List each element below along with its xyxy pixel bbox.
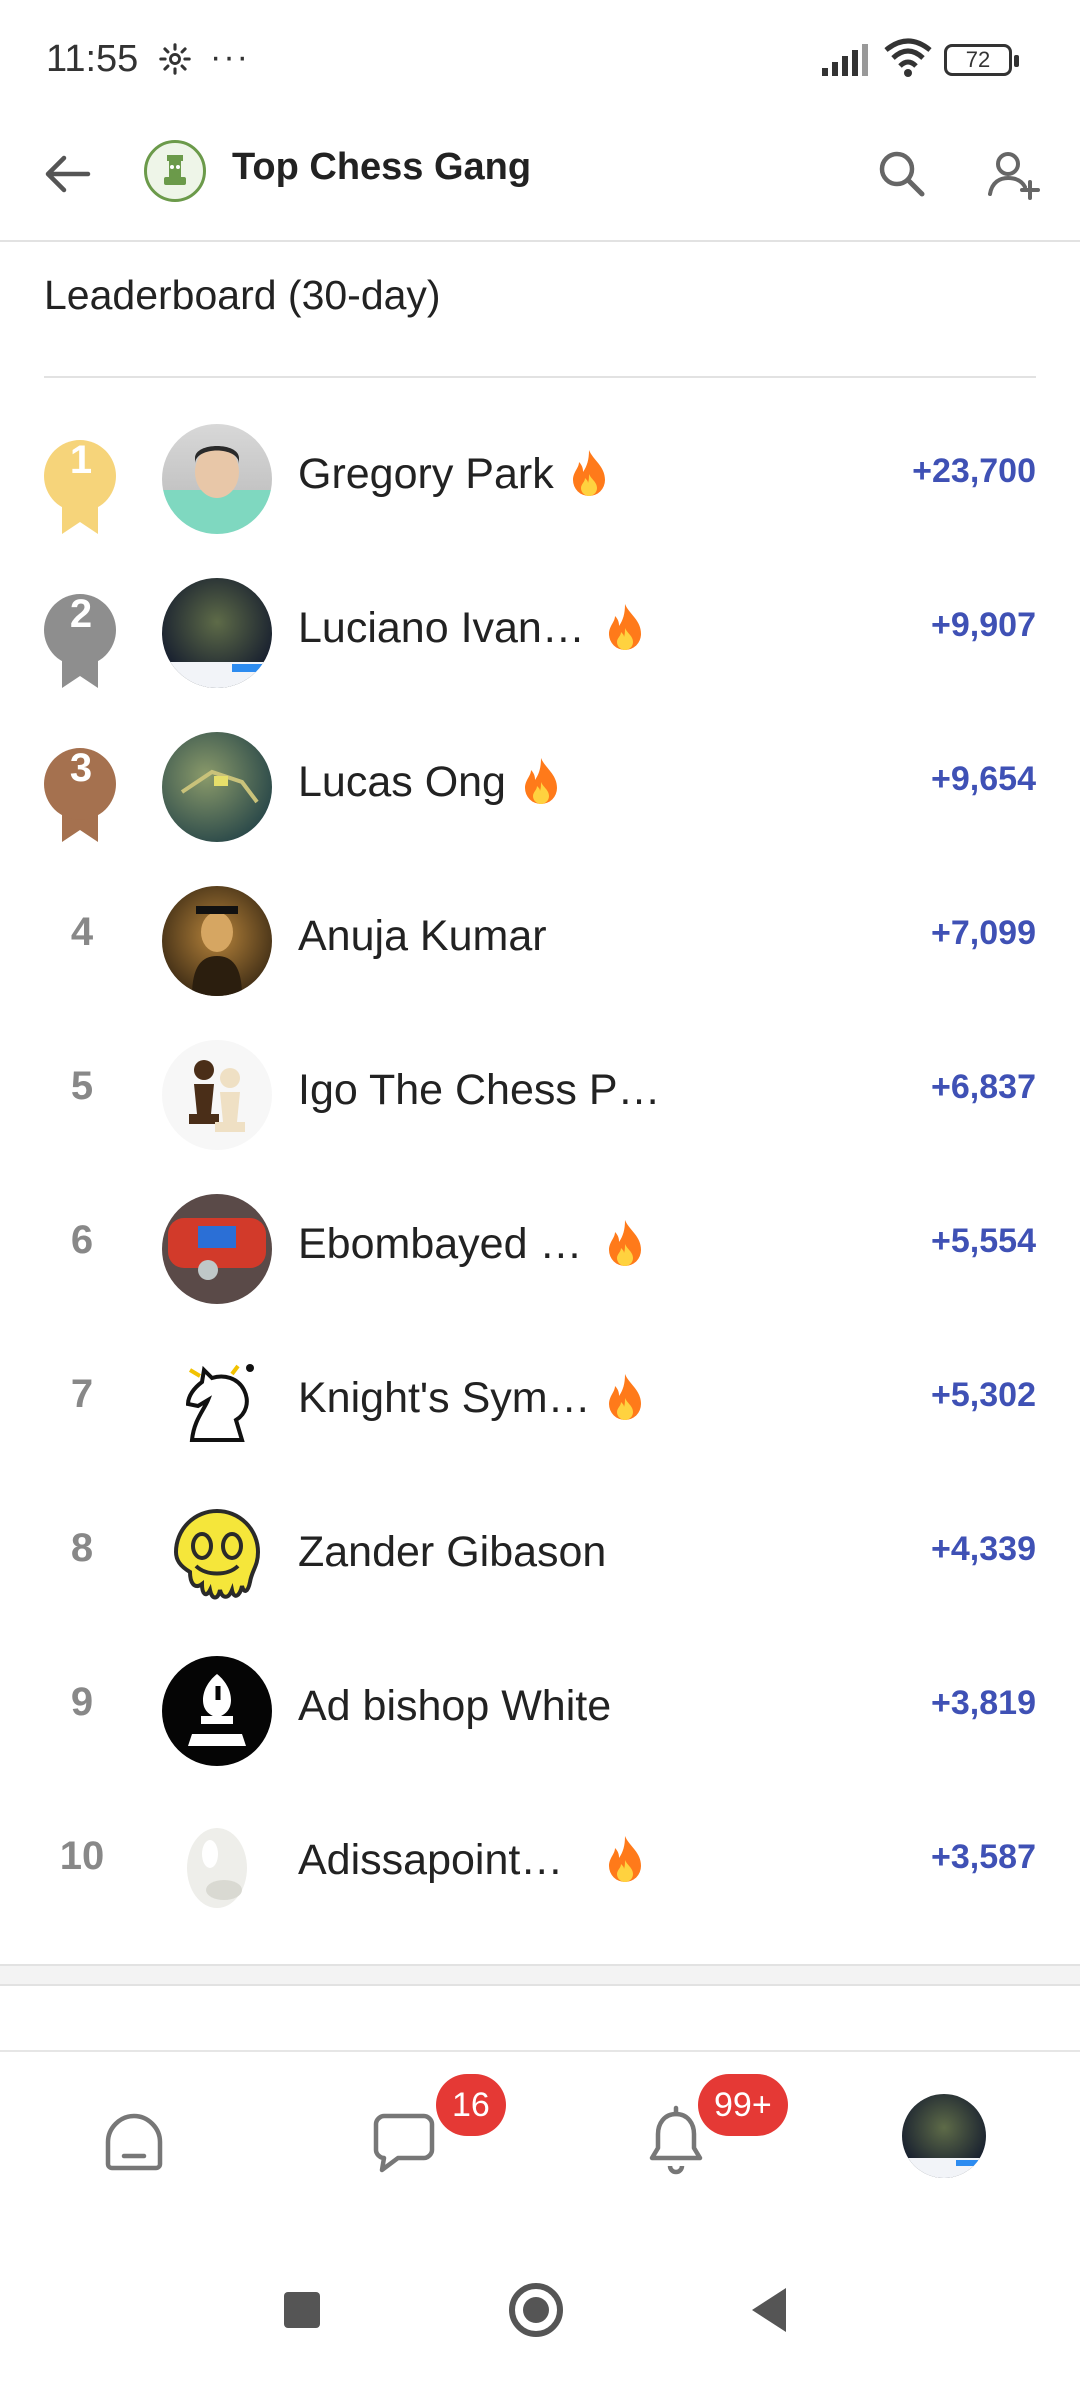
rank-number: 6 [70, 1218, 94, 1262]
rank-number: 9 [70, 1680, 94, 1724]
avatar[interactable] [162, 424, 272, 534]
home-icon[interactable] [94, 2102, 174, 2182]
avatar[interactable] [162, 732, 272, 842]
next-section-peek [44, 2036, 484, 2050]
player-name[interactable]: Gregory Park [298, 450, 554, 499]
system-nav [0, 2230, 1080, 2400]
group-logo[interactable] [144, 140, 206, 202]
fire-streak-icon [568, 448, 610, 498]
player-name[interactable]: Adissapoint… [298, 1836, 563, 1885]
settings-gear-icon [158, 42, 192, 81]
avatar[interactable] [162, 1040, 272, 1150]
wifi-icon [884, 38, 932, 83]
score: +5,554 [931, 1222, 1036, 1260]
score: +9,907 [931, 606, 1036, 644]
avatar[interactable] [162, 1348, 272, 1458]
rank-number: 10 [59, 1834, 105, 1878]
score: +7,099 [931, 914, 1036, 952]
search-icon[interactable] [870, 142, 934, 206]
leaderboard-title: Leaderboard (30-day) [44, 272, 441, 318]
battery-indicator: 72 [944, 44, 1019, 76]
player-name[interactable]: Anuja Kumar [298, 912, 547, 961]
score: +9,654 [931, 760, 1036, 798]
fire-streak-icon [604, 1218, 646, 1268]
add-member-icon[interactable] [980, 142, 1050, 206]
player-name[interactable]: Luciano Ivan… [298, 604, 585, 653]
rank-number: 2 [69, 592, 93, 636]
rank-number: 1 [69, 438, 93, 482]
rank-number: 3 [69, 746, 93, 790]
profile-avatar[interactable] [902, 2094, 986, 2178]
player-name[interactable]: Zander Gibason [298, 1528, 606, 1577]
notifications-badge: 99+ [698, 2074, 788, 2136]
leaderboard-row[interactable]: 9 Ad bishop White +3,819 [0, 1634, 1080, 1788]
fire-streak-icon [604, 1834, 646, 1884]
leaderboard-row[interactable]: 5 Igo The Chess P… +6,837 [0, 1018, 1080, 1172]
fire-streak-icon [604, 602, 646, 652]
rank-number: 4 [70, 910, 94, 954]
cell-signal-icon [822, 44, 872, 81]
recent-apps-icon[interactable] [262, 2270, 342, 2350]
score: +5,302 [931, 1376, 1036, 1414]
leaderboard-row[interactable]: 2 Luciano Ivan… +9,907 [0, 556, 1080, 710]
leaderboard-row[interactable]: 3 Lucas Ong +9,654 [0, 710, 1080, 864]
back-triangle-icon[interactable] [730, 2270, 810, 2350]
rank-number: 8 [70, 1526, 94, 1570]
leaderboard-row[interactable]: 6 Ebombayed … +5,554 [0, 1172, 1080, 1326]
avatar[interactable] [162, 886, 272, 996]
leaderboard-row[interactable]: 1 Gregory Park +23,700 [0, 402, 1080, 556]
rank-number: 7 [70, 1372, 94, 1416]
messages-badge: 16 [436, 2074, 506, 2136]
avatar[interactable] [162, 1194, 272, 1304]
leaderboard-row[interactable]: 7 Knight's Sym… +5,302 [0, 1326, 1080, 1480]
back-arrow-icon[interactable] [36, 142, 100, 206]
player-name[interactable]: Igo The Chess P… [298, 1066, 661, 1115]
score: +23,700 [912, 452, 1036, 490]
score: +6,837 [931, 1068, 1036, 1106]
home-circle-icon[interactable] [496, 2270, 576, 2350]
leaderboard-row[interactable]: 8 Zander Gibason +4,339 [0, 1480, 1080, 1634]
more-notifications-icon: ··· [210, 38, 250, 76]
score: +4,339 [931, 1530, 1036, 1568]
avatar[interactable] [162, 1502, 272, 1612]
status-time: 11:55 [46, 38, 139, 80]
section-separator [0, 1964, 1080, 1986]
player-name[interactable]: Ebombayed … [298, 1220, 582, 1269]
player-name[interactable]: Ad bishop White [298, 1682, 611, 1731]
avatar[interactable] [162, 1810, 272, 1920]
leaderboard-row[interactable]: 10 Adissapoint… +3,587 [0, 1788, 1080, 1942]
avatar[interactable] [162, 1656, 272, 1766]
rank-number: 5 [70, 1064, 94, 1108]
player-name[interactable]: Knight's Sym… [298, 1374, 591, 1423]
app-header: Top Chess Gang [0, 120, 1080, 242]
bottom-nav: 16 99+ [0, 2050, 1080, 2230]
fire-streak-icon [520, 756, 562, 806]
messages-icon[interactable] [364, 2102, 444, 2182]
status-bar: 11:55 ··· 72 [0, 0, 1080, 120]
divider [44, 376, 1036, 378]
score: +3,819 [931, 1684, 1036, 1722]
avatar[interactable] [162, 578, 272, 688]
leaderboard-row[interactable]: 4 Anuja Kumar +7,099 [0, 864, 1080, 1018]
fire-streak-icon [604, 1372, 646, 1422]
player-name[interactable]: Lucas Ong [298, 758, 506, 807]
score: +3,587 [931, 1838, 1036, 1876]
group-title: Top Chess Gang [232, 146, 532, 188]
